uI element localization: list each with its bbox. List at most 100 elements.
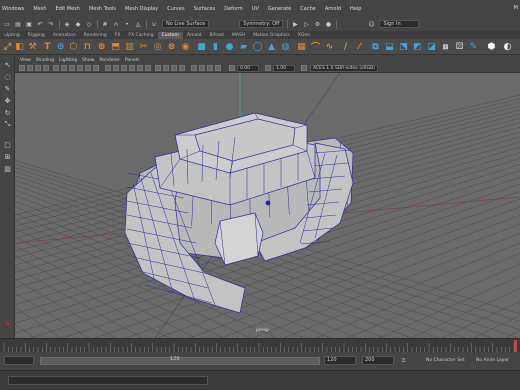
menu-mesh-display[interactable]: Mesh Display (125, 6, 158, 12)
cube-icon[interactable]: ■ (196, 41, 207, 52)
menu-panels[interactable]: Panels (125, 58, 139, 63)
user-icon[interactable]: ☺ (367, 20, 375, 28)
scale-icon[interactable]: ⤢ (2, 41, 13, 52)
curve-tool-icon[interactable]: / (340, 41, 351, 52)
current-time-marker[interactable] (514, 340, 517, 352)
snap-grid-icon[interactable]: # (101, 20, 109, 28)
torus-icon[interactable]: ◯ (252, 41, 263, 52)
tab-fx-caching[interactable]: FX Caching (124, 32, 157, 39)
arnold-logo-icon[interactable]: ◐ (502, 41, 513, 52)
select-object-icon[interactable]: ◆ (74, 20, 82, 28)
merge-icon[interactable]: ⊗ (166, 41, 177, 52)
twist-icon[interactable]: ∿ (324, 41, 335, 52)
cylinder-icon[interactable]: ▮ (210, 41, 221, 52)
menu-lighting[interactable]: Lighting (59, 58, 77, 63)
open-scene-icon[interactable]: ▤ (14, 20, 22, 28)
exposure-icon[interactable] (229, 65, 235, 71)
magnet-icon[interactable]: ∪ (150, 20, 158, 28)
wireframe-icon[interactable] (105, 65, 111, 71)
menu-uv[interactable]: UV (252, 6, 259, 12)
perspective-viewport[interactable]: persp (15, 73, 520, 338)
menu-generate[interactable]: Generate (268, 6, 291, 12)
snap-plane-icon[interactable]: ◬ (134, 20, 142, 28)
tab-mash[interactable]: MASH (228, 32, 249, 39)
tab-custom[interactable]: Custom (157, 32, 183, 39)
menu-help[interactable]: Help (350, 6, 361, 12)
xray-joints-icon[interactable] (207, 65, 213, 71)
time-slider[interactable] (0, 338, 520, 352)
hammer-icon[interactable]: ⚒ (27, 41, 38, 52)
smooth-icon[interactable]: ◉ (180, 41, 191, 52)
playback-end-field[interactable]: 120 (324, 356, 356, 365)
menu-edit-mesh[interactable]: Edit Mesh (56, 6, 80, 12)
undo-icon[interactable]: ↶ (36, 20, 44, 28)
sign-in-dropdown[interactable]: Sign In (379, 20, 420, 28)
range-start-frame-field[interactable]: 120 (168, 356, 182, 365)
depth-of-field-icon[interactable] (179, 65, 185, 71)
motion-blur-icon[interactable] (163, 65, 169, 71)
multi-cut-icon[interactable]: ✂ (138, 41, 149, 52)
redo-icon[interactable]: ↷ (47, 20, 55, 28)
plane-icon[interactable]: ▰ (238, 41, 249, 52)
menu-deform[interactable]: Deform (224, 6, 243, 12)
view-transform-dropdown[interactable]: ACES 1.0 SDR-video (sRGB) (310, 65, 378, 72)
xray-icon[interactable] (199, 65, 205, 71)
gamma-icon[interactable] (265, 65, 271, 71)
fill-hole-icon[interactable]: ◩ (412, 41, 423, 52)
symmetry-dropdown[interactable]: Symmetry: Off (239, 20, 284, 28)
animation-end-field[interactable]: 200 (362, 356, 394, 365)
render-settings-icon[interactable]: ⚙ (313, 20, 321, 28)
outliner-view-icon[interactable]: ▥ (3, 164, 12, 173)
menu-mesh[interactable]: Mesh (33, 6, 46, 12)
type-tool-icon[interactable]: T (42, 41, 53, 52)
combine-icon[interactable]: ⊕ (96, 41, 107, 52)
tab-motion-graphics[interactable]: Motion Graphics (249, 32, 294, 39)
reflect-icon[interactable]: ◧ (14, 41, 25, 52)
bevel-icon[interactable]: ⬡ (68, 41, 79, 52)
tab-xgen[interactable]: XGen (294, 32, 314, 39)
rotate-tool-icon[interactable]: ↻ (3, 108, 12, 117)
tab-arnold[interactable]: Arnold (183, 32, 206, 39)
watch-mesh[interactable] (124, 112, 354, 314)
image-plane-icon[interactable] (43, 65, 49, 71)
start-time-field[interactable] (4, 356, 34, 365)
menu-surfaces[interactable]: Surfaces (194, 6, 216, 12)
film-gate-icon[interactable] (61, 65, 67, 71)
safe-action-icon[interactable] (93, 65, 99, 71)
paint-select-icon[interactable]: ✎ (3, 84, 12, 93)
pipe-icon[interactable]: ◍ (280, 41, 291, 52)
separate-icon[interactable]: ⬓ (384, 41, 395, 52)
sphere-icon[interactable]: ● (224, 41, 235, 52)
wireframe-on-shaded-icon[interactable] (121, 65, 127, 71)
select-hierarchy-icon[interactable]: ◈ (63, 20, 71, 28)
snap-curve-icon[interactable]: ∩ (112, 20, 120, 28)
anti-aliasing-icon[interactable] (171, 65, 177, 71)
menu-renderer[interactable]: Renderer (99, 58, 120, 63)
key-icon[interactable]: ⚿ (402, 358, 405, 364)
tab-animation[interactable]: Animation (49, 32, 80, 39)
tab-rigging[interactable]: Rigging (24, 32, 49, 39)
exposure-field[interactable]: 0.00 (237, 65, 259, 72)
svg-tool-icon[interactable]: ⊙ (55, 41, 66, 52)
color-management-icon[interactable] (301, 65, 307, 71)
tab-bifrost[interactable]: Bifrost (205, 32, 228, 39)
tab-sculpting[interactable]: ulpting (0, 32, 24, 39)
field-chart-icon[interactable] (85, 65, 91, 71)
tab-fx[interactable]: FX (111, 32, 125, 39)
ep-curve-icon[interactable]: ⁄ (354, 41, 365, 52)
menu-show[interactable]: Show (82, 58, 94, 63)
duplicate-icon[interactable]: ⧈ (440, 41, 451, 52)
textured-icon[interactable] (129, 65, 135, 71)
single-view-icon[interactable]: ▢ (3, 140, 12, 149)
hypershade-icon[interactable]: ● (324, 20, 332, 28)
plugin-icon[interactable]: ⬢ (486, 41, 497, 52)
dice-icon[interactable]: ⚄ (454, 41, 465, 52)
smooth-shade-icon[interactable] (113, 65, 119, 71)
menu-windows[interactable]: Windows (2, 6, 24, 12)
menu-arnold[interactable]: Arnold (325, 6, 341, 12)
resolution-gate-icon[interactable] (69, 65, 75, 71)
boolean-icon[interactable]: ⧉ (370, 41, 381, 52)
camera-attributes-icon[interactable] (27, 65, 33, 71)
menu-view[interactable]: View (20, 58, 31, 63)
ambient-occlusion-icon[interactable] (155, 65, 161, 71)
